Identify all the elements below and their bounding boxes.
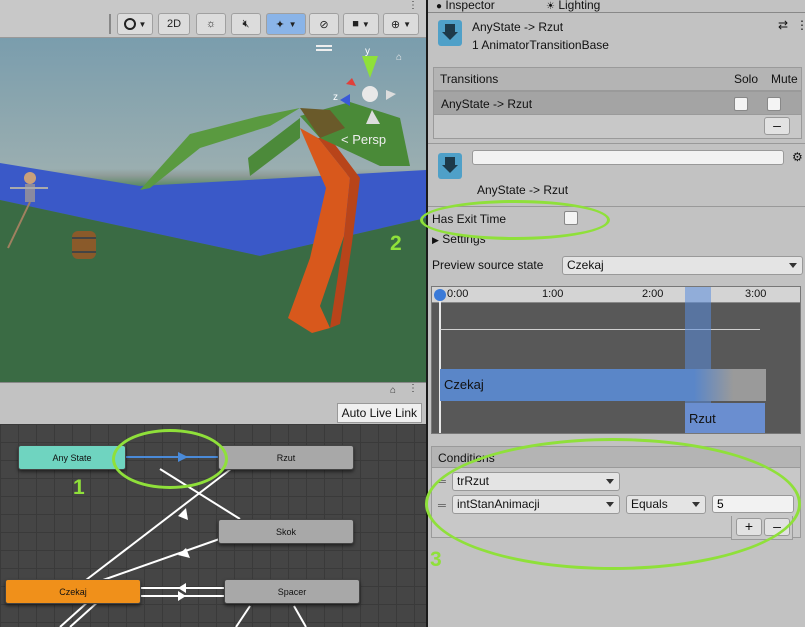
chevron-right-icon: ▶ — [432, 235, 439, 245]
timeline-tick-label: 3:00 — [745, 288, 767, 300]
camera-button[interactable]: ■ ▼ — [343, 13, 379, 35]
character-body — [25, 184, 35, 202]
chevron-down-icon: ▼ — [403, 19, 412, 29]
scene-toolbar: ▼ 2D ☼ 🔇︎ ✦ ▼ ⊘ ■ ▼ ⊕ ▼ ⋮ — [0, 0, 426, 38]
auto-live-link-button[interactable]: Auto Live Link — [336, 403, 422, 423]
header-subtitle: 1 AnimatorTransitionBase — [472, 38, 609, 52]
chevron-down-icon: ▼ — [288, 19, 297, 29]
timeline-tick-label: 2:00 — [642, 288, 664, 300]
sphere-icon — [123, 18, 136, 30]
gizmos-button[interactable]: ⊕ ▼ — [383, 13, 419, 35]
gizmo-z-label: z — [333, 92, 338, 103]
chevron-down-icon — [789, 263, 797, 268]
remove-transition-button[interactable]: – — [764, 117, 790, 135]
effects-toggle-button[interactable]: ✦ ▼ — [266, 13, 306, 35]
preview-source-value: Czekaj — [567, 258, 604, 272]
globe-icon: ⊕ — [390, 18, 401, 31]
state-czekaj[interactable]: Czekaj — [5, 579, 141, 604]
transition-list-footer: – — [433, 115, 802, 139]
panel-menu-icon[interactable]: ⋮ — [408, 0, 418, 11]
mute-icon: 🔇︎ — [242, 17, 250, 30]
2d-mode-label: 2D — [166, 18, 182, 30]
annotation-number-3: 3 — [430, 548, 442, 571]
more-icon[interactable]: ⋮ — [796, 18, 805, 32]
effects-icon: ✦ — [275, 18, 285, 31]
annotation-number-2: 2 — [390, 232, 402, 255]
camera-icon: ■ — [352, 18, 359, 30]
animator-toolbar: ⌂ ⋮ Auto Live Link — [0, 382, 426, 424]
hidden-objects-button[interactable]: ⊘ — [309, 13, 339, 35]
tab-inspector[interactable]: ● Inspector — [436, 0, 495, 12]
lock-icon[interactable]: ⌂ — [390, 385, 396, 396]
state-spacer[interactable]: Spacer — [224, 579, 360, 604]
playhead-marker[interactable] — [434, 289, 446, 301]
2d-mode-button[interactable]: 2D — [158, 13, 190, 35]
transition-caption: AnyState -> Rzut — [477, 183, 569, 197]
scene-render — [0, 45, 426, 382]
chevron-down-icon: ▼ — [138, 19, 147, 29]
state-label: Czekaj — [59, 586, 87, 597]
persp-label[interactable]: < Persp — [341, 132, 386, 147]
barrel — [72, 231, 96, 259]
transition-item-label: AnyState -> Rzut — [441, 97, 533, 111]
solo-column-label: Solo — [734, 72, 759, 86]
playhead-line — [439, 301, 441, 433]
transitions-header-label: Transitions — [440, 72, 499, 86]
tab-lighting[interactable]: ☀ Lighting — [546, 0, 600, 12]
gizmo-y-label: y — [365, 46, 370, 57]
header-title: AnyState -> Rzut — [472, 20, 564, 34]
state-label: Skok — [275, 526, 296, 537]
scene-view[interactable]: y z ⌂ < Persp 2 — [0, 38, 426, 382]
animator-graph[interactable]: Any State Rzut Skok Czekaj Spacer 1 — [0, 424, 426, 627]
timeline-tick-label: 0:00 — [447, 288, 469, 300]
parameter-curve — [440, 329, 760, 330]
transition-list-item[interactable]: AnyState -> Rzut — [433, 91, 802, 115]
shading-mode-button[interactable]: ▼ — [117, 13, 153, 35]
tab-divider — [428, 12, 805, 13]
timeline-tick-label: 1:00 — [542, 288, 564, 300]
transition-timeline[interactable]: 0:00 1:00 2:00 3:00 Czekaj Rzut — [431, 286, 801, 434]
preview-source-label: Preview source state — [432, 258, 544, 272]
timeline-ruler: 0:00 1:00 2:00 3:00 — [432, 287, 800, 303]
state-label: Spacer — [277, 586, 307, 597]
toolbar-divider — [109, 14, 111, 34]
mute-column-label: Mute — [771, 72, 798, 86]
source-state-bar[interactable]: Czekaj — [440, 369, 766, 401]
annotation-ring-2 — [420, 200, 610, 240]
annotation-ring-3 — [425, 438, 801, 570]
info-icon: ● — [436, 1, 443, 12]
annotation-ring-1 — [112, 429, 228, 489]
state-any-state[interactable]: Any State — [18, 445, 126, 470]
audio-toggle-button[interactable]: 🔇︎ — [231, 13, 261, 35]
transition-asset-icon — [438, 20, 462, 46]
chevron-down-icon: ▼ — [361, 19, 370, 29]
state-label: Rzut — [276, 452, 296, 463]
state-label: Any State — [52, 452, 92, 463]
source-state-bar-label: Czekaj — [444, 377, 484, 392]
lock-icon[interactable]: ⌂ — [396, 52, 402, 63]
transitions-header: Transitions Solo Mute — [433, 67, 802, 91]
character-head — [24, 172, 36, 184]
eye-hidden-icon: ⊘ — [319, 18, 329, 31]
tab-lighting-label: Lighting — [558, 0, 601, 12]
transition-icon — [438, 153, 462, 179]
annotation-number-1: 1 — [73, 476, 85, 499]
destination-state-bar[interactable]: Rzut — [685, 403, 765, 433]
lightbulb-icon: ☼ — [205, 18, 217, 30]
gear-icon[interactable]: ⚙ — [792, 150, 803, 164]
tab-inspector-label: Inspector — [445, 0, 495, 12]
lighting-icon: ☀ — [546, 1, 555, 12]
solo-checkbox[interactable] — [734, 97, 748, 111]
state-rzut[interactable]: Rzut — [218, 445, 354, 470]
panel-menu-icon[interactable]: ⋮ — [408, 383, 418, 394]
destination-state-bar-label: Rzut — [689, 411, 716, 426]
transition-name-field[interactable] — [472, 150, 784, 165]
preview-source-dropdown[interactable]: Czekaj — [562, 256, 803, 275]
mute-checkbox[interactable] — [767, 97, 781, 111]
section-divider — [428, 143, 805, 144]
state-skok[interactable]: Skok — [218, 519, 354, 544]
lighting-toggle-button[interactable]: ☼ — [196, 13, 226, 35]
settings-sliders-icon[interactable]: ⇄ — [778, 18, 788, 32]
